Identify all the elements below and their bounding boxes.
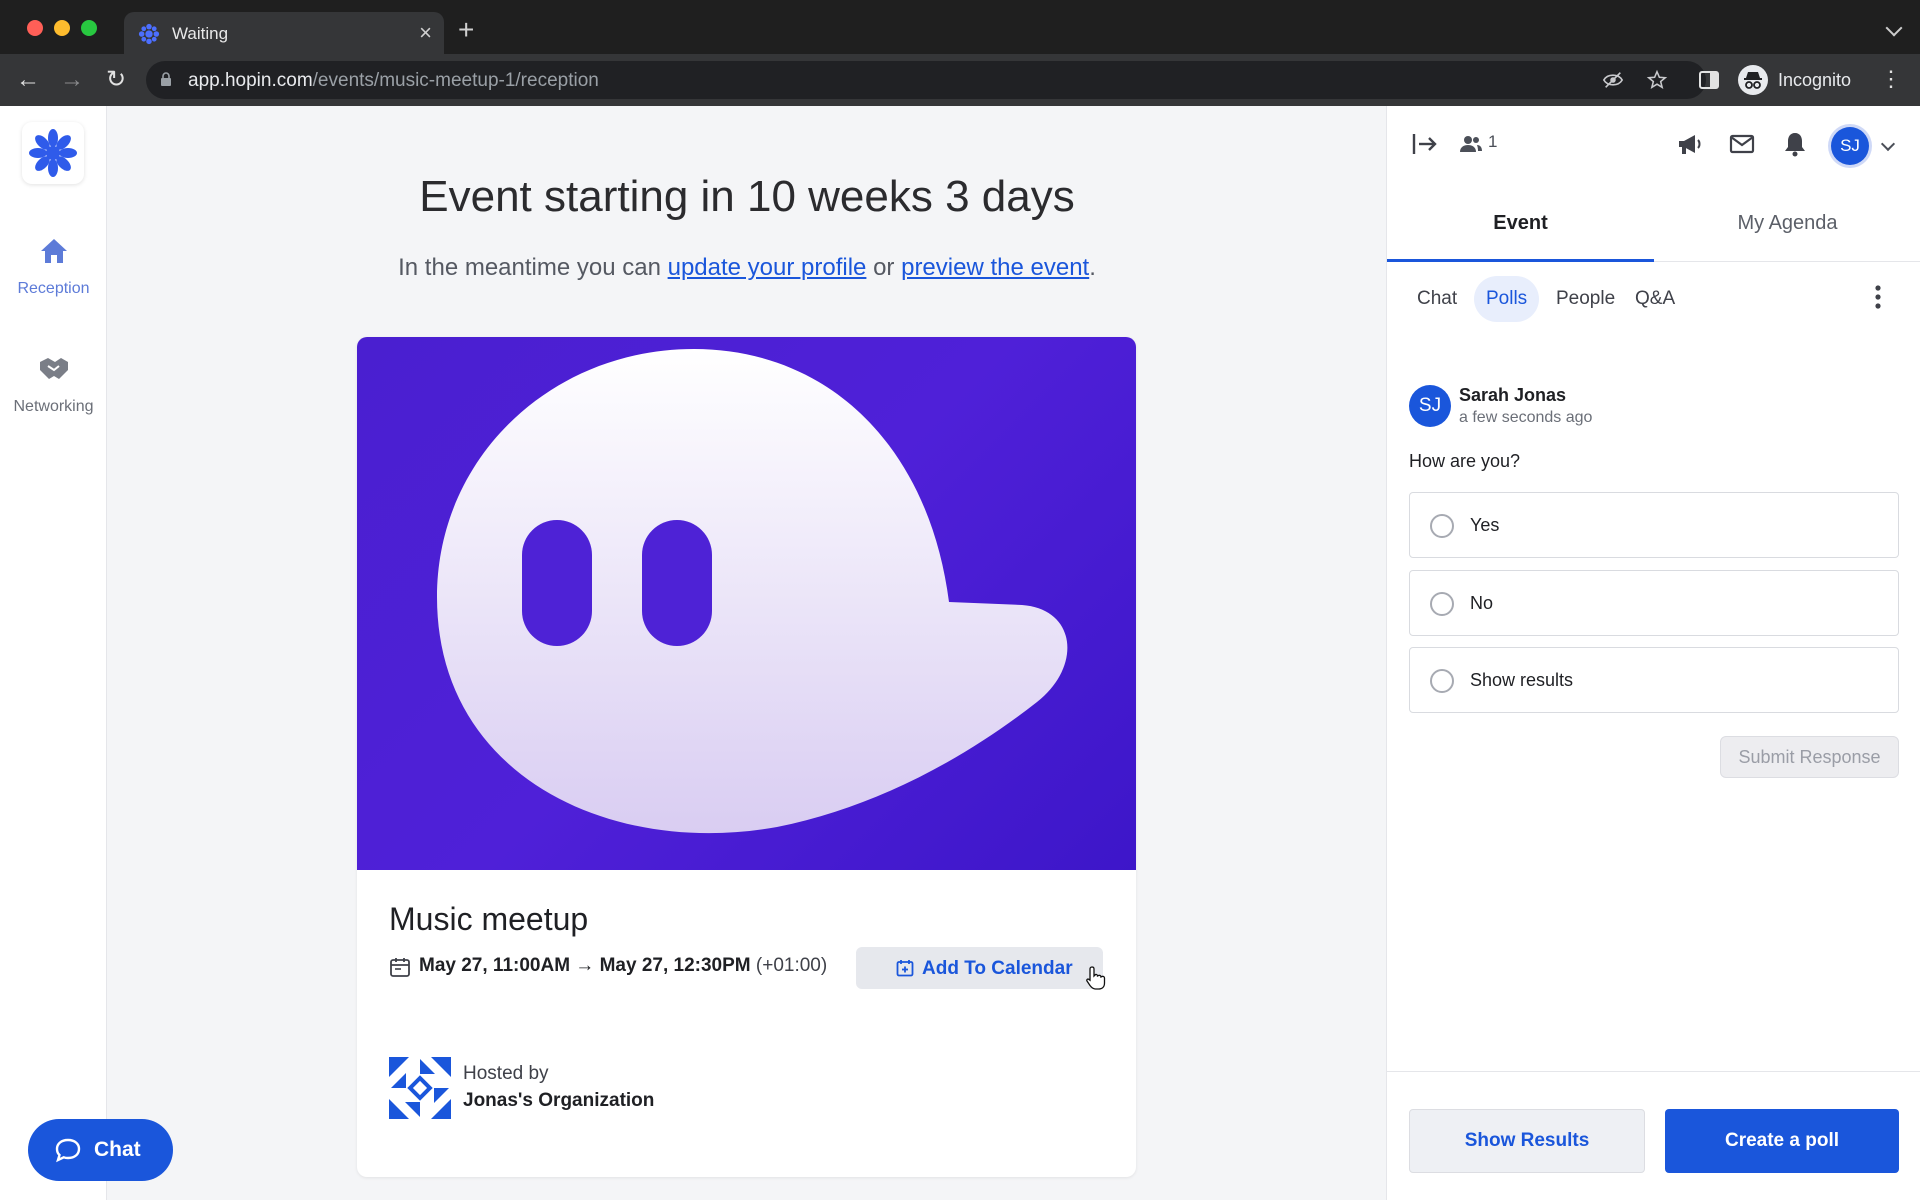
poll-option-show-results[interactable]: Show results [1409, 647, 1899, 713]
submit-response-button[interactable]: Submit Response [1720, 736, 1899, 778]
panel-footer: Show Results Create a poll [1387, 1071, 1920, 1200]
chat-bubble-icon [55, 1138, 81, 1163]
poll-author-name: Sarah Jonas [1459, 385, 1567, 405]
calendar-add-icon [896, 960, 914, 977]
tab-title: Waiting [172, 24, 229, 43]
address-bar[interactable]: app.hopin.com/events/music-meetup-1/rece… [146, 61, 1706, 99]
host-organization-logo [389, 1057, 451, 1119]
hand-cursor-icon [1086, 966, 1106, 990]
radio-button[interactable] [1430, 514, 1454, 538]
bell-icon[interactable] [1781, 130, 1809, 158]
event-date-range: May 27, 11:00AM → May 27, 12:30PM (+01:0… [419, 955, 828, 976]
poll-author-avatar: SJ [1409, 385, 1451, 427]
event-name: Music meetup [389, 901, 589, 937]
maximize-window-button[interactable] [81, 20, 97, 36]
event-banner [357, 337, 1136, 870]
browser-tabbar: Waiting × + [0, 0, 1920, 54]
people-icon [1460, 136, 1482, 152]
calendar-icon [390, 958, 410, 977]
new-tab-button[interactable]: + [458, 16, 474, 44]
poll-option-yes[interactable]: Yes [1409, 492, 1899, 558]
minimize-window-button[interactable] [54, 20, 70, 36]
browser-tab[interactable]: Waiting × [124, 12, 444, 54]
poll-option-label: Yes [1470, 515, 1500, 535]
ghost-illustration [437, 349, 1068, 834]
close-window-button[interactable] [27, 20, 43, 36]
panel-tabs: Event My Agenda [1387, 184, 1920, 262]
event-card: Music meetup May 27, 11:00AM → May 27, 1… [357, 337, 1136, 1177]
poll-timestamp: a few seconds ago [1459, 409, 1593, 426]
eye-off-icon[interactable] [1602, 69, 1624, 91]
event-side-panel: 1 SJ Event My Agenda Chat Polls People Q… [1386, 106, 1920, 1200]
chat-button[interactable]: Chat [28, 1119, 173, 1181]
reception-main: Event starting in 10 weeks 3 days In the… [108, 106, 1386, 1200]
radio-button[interactable] [1430, 592, 1454, 616]
create-poll-button[interactable]: Create a poll [1665, 1109, 1899, 1173]
incognito-label: Incognito [1778, 70, 1852, 90]
nav-item-reception[interactable]: Reception [0, 234, 107, 298]
poll-option-no[interactable]: No [1409, 570, 1899, 636]
nav-label-networking: Networking [13, 398, 94, 415]
poll-option-label: No [1470, 593, 1494, 613]
subtab-chat[interactable]: Chat [1405, 276, 1469, 322]
poll-question: How are you? [1409, 451, 1521, 471]
radio-button[interactable] [1430, 669, 1454, 693]
subtab-qa[interactable]: Q&A [1623, 276, 1687, 322]
poll-option-label: Show results [1470, 670, 1574, 690]
subtab-polls[interactable]: Polls [1474, 276, 1540, 322]
add-to-calendar-button[interactable]: Add To Calendar [856, 947, 1103, 989]
nav-label-reception: Reception [17, 280, 90, 297]
star-icon[interactable] [1646, 69, 1668, 91]
countdown-headline: Event starting in 10 weeks 3 days [419, 172, 1075, 221]
incognito-icon [1738, 65, 1768, 95]
url-text: app.hopin.com/events/music-meetup-1/rece… [188, 70, 599, 91]
user-avatar[interactable]: SJ [1831, 127, 1869, 165]
hosted-by-label: Hosted by [463, 1063, 549, 1084]
mail-icon[interactable] [1728, 130, 1756, 158]
reload-button[interactable]: ↻ [100, 64, 132, 96]
tab-search-chevron-icon[interactable] [1885, 19, 1903, 37]
panel-header: 1 SJ [1387, 106, 1920, 184]
forward-button[interactable]: → [56, 64, 88, 96]
attendee-count: 1 [1488, 132, 1498, 151]
home-icon [40, 239, 67, 263]
chevron-down-icon[interactable] [1880, 136, 1896, 152]
host-name[interactable]: Jonas's Organization [463, 1090, 654, 1112]
nav-item-networking[interactable]: Networking [0, 352, 107, 416]
tab-my-agenda[interactable]: My Agenda [1654, 184, 1920, 262]
event-timezone: (+01:00) [755, 955, 828, 976]
app: Reception Networking Event starting in 1… [0, 106, 1920, 1200]
tab-event[interactable]: Event [1387, 184, 1654, 262]
lock-icon [161, 72, 171, 86]
megaphone-icon[interactable] [1675, 130, 1703, 158]
back-button[interactable]: ← [12, 64, 44, 96]
handshake-icon [39, 358, 68, 379]
chat-button-label: Chat [94, 1138, 141, 1161]
update-profile-link[interactable]: update your profile [668, 254, 867, 281]
left-nav: Reception Networking [0, 106, 107, 1200]
incognito-profile-button[interactable]: Incognito [1736, 62, 1866, 98]
browser-toolbar: ← → ↻ app.hopin.com/events/music-meetup-… [0, 54, 1920, 106]
collapse-panel-icon[interactable] [1411, 132, 1439, 156]
more-options-icon[interactable] [1875, 284, 1881, 310]
countdown-subline: In the meantime you can update your prof… [398, 254, 1096, 281]
hopin-logo[interactable] [22, 122, 84, 184]
subtab-people[interactable]: People [1544, 276, 1627, 322]
show-results-button[interactable]: Show Results [1409, 1109, 1645, 1173]
side-panel-icon[interactable] [1698, 69, 1720, 91]
preview-event-link[interactable]: preview the event [901, 254, 1089, 281]
tab-close-icon[interactable]: × [419, 20, 432, 46]
browser-menu-icon[interactable]: ⋮ [1880, 66, 1902, 92]
add-to-calendar-label: Add To Calendar [922, 958, 1073, 979]
hopin-favicon-icon [138, 23, 160, 45]
